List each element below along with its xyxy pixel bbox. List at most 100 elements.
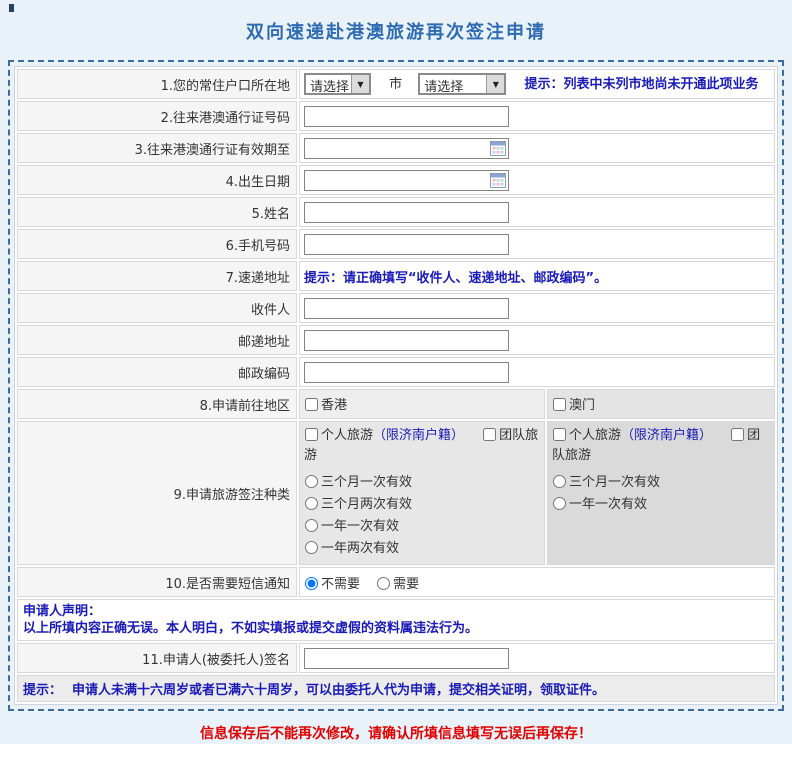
hk-radio-3m2-label[interactable]: 三个月两次有效	[304, 494, 540, 516]
passport-validity-cell	[299, 133, 775, 163]
note-cell: 提示： 申请人未满十六周岁或者已满六十周岁，可以由委托人代为申请，提交相关证明，领…	[17, 675, 775, 702]
hk-radio-3m2[interactable]	[305, 497, 318, 510]
express-address-hint: 提示：请正确填写“收件人、速递地址、邮政编码”。	[304, 271, 607, 286]
hk-radio-3m1[interactable]	[305, 475, 318, 488]
calendar-icon[interactable]	[490, 141, 506, 156]
mo-radio-1y1-label[interactable]: 一年一次有效	[552, 494, 770, 516]
table-row-birthdate: 4.出生日期	[17, 165, 775, 195]
mo-personal-checkbox[interactable]	[553, 428, 566, 441]
name-input[interactable]	[304, 202, 509, 223]
birthdate-label: 4.出生日期	[17, 165, 297, 195]
residence-label: 1.您的常住户口所在地	[17, 69, 297, 99]
sms-no-radio[interactable]	[305, 577, 318, 590]
passport-validity-input[interactable]	[305, 139, 490, 158]
hk-radio-3m1-text: 三个月一次有效	[321, 475, 412, 490]
mo-radio-1y1[interactable]	[553, 497, 566, 510]
declaration-cell: 申请人声明： 以上所填内容正确无误。本人明白，不如实填报或提交虚假的资料属违法行…	[17, 599, 775, 641]
hk-radio-1y1-label[interactable]: 一年一次有效	[304, 516, 540, 538]
birthdate-input[interactable]	[305, 171, 490, 190]
table-row-mobile: 6.手机号码	[17, 229, 775, 259]
note-prefix: 提示：	[23, 683, 62, 698]
hk-checkbox-label[interactable]: 香港	[304, 398, 347, 413]
hk-personal-checkbox-label[interactable]: 个人旅游（限济南户籍）	[304, 428, 468, 443]
mail-address-cell	[299, 325, 775, 355]
mo-checkbox[interactable]	[553, 398, 566, 411]
table-row-express-address: 7.速递地址 提示：请正确填写“收件人、速递地址、邮政编码”。	[17, 261, 775, 291]
express-address-label: 7.速递地址	[17, 261, 297, 291]
hk-checkbox[interactable]	[305, 398, 318, 411]
mo-checkbox-label[interactable]: 澳门	[552, 398, 595, 413]
hk-visa-checkbox-line: 个人旅游（限济南户籍） 团队旅游	[304, 426, 540, 466]
table-row-note: 提示： 申请人未满十六周岁或者已满六十周岁，可以由委托人代为申请，提交相关证明，领…	[17, 675, 775, 702]
hk-radio-3m1-label[interactable]: 三个月一次有效	[304, 472, 540, 494]
save-warning-text: 信息保存后不能再次修改，请确认所填信息填写无误后再保存！	[0, 723, 792, 743]
passport-number-cell	[299, 101, 775, 131]
table-row-postcode: 邮政编码	[17, 357, 775, 387]
table-row-sms: 10.是否需要短信通知 不需要 需要	[17, 567, 775, 597]
hk-team-checkbox[interactable]	[483, 428, 496, 441]
destination-mo-cell: 澳门	[547, 389, 775, 419]
corner-mark	[9, 4, 14, 12]
destination-label: 8.申请前往地区	[17, 389, 297, 419]
hk-radio-1y1[interactable]	[305, 519, 318, 532]
mo-radio-3m1-label[interactable]: 三个月一次有效	[552, 472, 770, 494]
city-suffix-label: 市	[389, 77, 402, 92]
table-row-declaration: 申请人声明： 以上所填内容正确无误。本人明白，不如实填报或提交虚假的资料属违法行…	[17, 599, 775, 641]
mo-personal-text: 个人旅游	[569, 428, 621, 443]
dropdown-arrow-icon[interactable]: ▼	[486, 75, 504, 93]
sms-no-radio-label[interactable]: 不需要	[304, 577, 360, 592]
destination-hk-cell: 香港	[299, 389, 545, 419]
sms-no-text: 不需要	[321, 577, 360, 592]
residence-cell: 请选择 ▼ 市 请选择 ▼ 提示：列表中未列市地尚未开通此项业务	[299, 69, 775, 99]
mail-address-input[interactable]	[304, 330, 509, 351]
mo-personal-restriction-text: （限济南户籍）	[621, 428, 712, 443]
mobile-label: 6.手机号码	[17, 229, 297, 259]
express-address-hint-cell: 提示：请正确填写“收件人、速递地址、邮政编码”。	[299, 261, 775, 291]
city-select-value: 请选择	[420, 75, 486, 93]
city-select[interactable]: 请选择 ▼	[418, 73, 506, 95]
sms-label: 10.是否需要短信通知	[17, 567, 297, 597]
mo-radio-3m1[interactable]	[553, 475, 566, 488]
mo-visa-options-cell: 个人旅游（限济南户籍） 团队旅游 三个月一次有效 一年一次有效	[547, 421, 775, 565]
sms-cell: 不需要 需要	[299, 567, 775, 597]
signature-cell	[299, 643, 775, 673]
province-select[interactable]: 请选择 ▼	[304, 73, 371, 95]
recipient-label: 收件人	[17, 293, 297, 323]
page-title: 双向速递赴港澳旅游再次签注申请	[0, 0, 792, 44]
calendar-icon[interactable]	[490, 173, 506, 188]
postcode-label: 邮政编码	[17, 357, 297, 387]
table-row-signature: 11.申请人(被委托人)签名	[17, 643, 775, 673]
postcode-input[interactable]	[304, 362, 509, 383]
name-label: 5.姓名	[17, 197, 297, 227]
mo-team-checkbox[interactable]	[731, 428, 744, 441]
residence-hint: 提示：列表中未列市地尚未开通此项业务	[524, 77, 758, 92]
dropdown-arrow-icon[interactable]: ▼	[351, 75, 369, 93]
signature-input[interactable]	[304, 648, 509, 669]
mo-radio-1y1-text: 一年一次有效	[569, 497, 647, 512]
recipient-cell	[299, 293, 775, 323]
sms-yes-radio-label[interactable]: 需要	[376, 577, 419, 592]
hk-radio-1y2[interactable]	[305, 541, 318, 554]
passport-validity-date-field[interactable]	[304, 138, 509, 159]
hk-radio-1y2-text: 一年两次有效	[321, 541, 399, 556]
mo-visa-checkbox-line: 个人旅游（限济南户籍） 团队旅游	[552, 426, 770, 466]
passport-number-input[interactable]	[304, 106, 509, 127]
recipient-input[interactable]	[304, 298, 509, 319]
table-row-mail-address: 邮递地址	[17, 325, 775, 355]
mobile-input[interactable]	[304, 234, 509, 255]
birthdate-date-field[interactable]	[304, 170, 509, 191]
sms-yes-text: 需要	[393, 577, 419, 592]
hk-text: 香港	[321, 398, 347, 413]
table-row-name: 5.姓名	[17, 197, 775, 227]
sms-yes-radio[interactable]	[377, 577, 390, 590]
table-row-residence: 1.您的常住户口所在地 请选择 ▼ 市 请选择 ▼ 提示：列表中未列市地尚未开通…	[17, 69, 775, 99]
postcode-cell	[299, 357, 775, 387]
hk-radio-1y2-label[interactable]: 一年两次有效	[304, 538, 540, 560]
mobile-cell	[299, 229, 775, 259]
hk-personal-text: 个人旅游	[321, 428, 373, 443]
mo-personal-checkbox-label[interactable]: 个人旅游（限济南户籍）	[552, 428, 716, 443]
table-row-recipient: 收件人	[17, 293, 775, 323]
page: 双向速递赴港澳旅游再次签注申请 1.您的常住户口所在地 请选择 ▼ 市 请选择 …	[0, 0, 792, 744]
note-body: 申请人未满十六周岁或者已满六十周岁，可以由委托人代为申请，提交相关证明，领取证件…	[72, 683, 605, 698]
hk-personal-checkbox[interactable]	[305, 428, 318, 441]
